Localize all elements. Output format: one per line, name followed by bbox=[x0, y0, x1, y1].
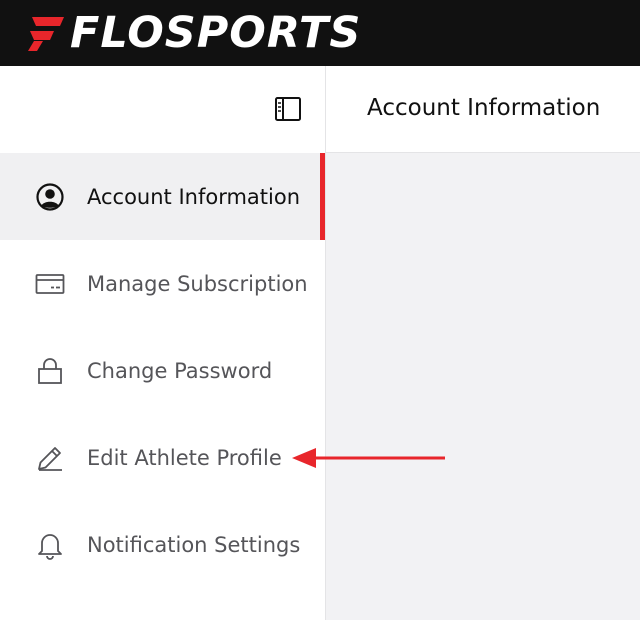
account-circle-icon bbox=[35, 182, 65, 212]
sidebar-item-label: Notification Settings bbox=[87, 532, 301, 557]
page-title: Account Information bbox=[367, 95, 601, 121]
flosports-logo-mark-icon bbox=[28, 17, 64, 51]
flosports-logo[interactable]: FLOSPORTS bbox=[26, 8, 361, 58]
sidebar-item-manage-subscription[interactable]: Manage Subscription bbox=[0, 240, 325, 327]
brand-name: FLOSPORTS bbox=[70, 7, 362, 58]
sidebar-item-label: Edit Athlete Profile bbox=[87, 445, 282, 470]
sidebar-item-label: Manage Subscription bbox=[87, 271, 308, 296]
red-arrow-icon bbox=[292, 448, 445, 468]
credit-card-icon bbox=[35, 269, 65, 299]
sidebar-item-label: Change Password bbox=[87, 358, 273, 383]
sidebar-item-change-password[interactable]: Change Password bbox=[0, 327, 325, 414]
sidebar-item-label: Account Information bbox=[87, 184, 301, 209]
main-header: Account Information bbox=[326, 66, 640, 153]
sidebar-collapse-icon bbox=[275, 97, 301, 121]
sidebar-collapse-button[interactable] bbox=[274, 96, 302, 122]
lock-icon bbox=[35, 356, 65, 386]
sidebar-item-edit-athlete-profile[interactable]: Edit Athlete Profile bbox=[0, 414, 325, 501]
main-content: Account Information bbox=[326, 66, 640, 620]
top-navigation-bar: FLOSPORTS bbox=[0, 0, 640, 66]
pencil-icon bbox=[35, 443, 65, 473]
sidebar-item-notification-settings[interactable]: Notification Settings bbox=[0, 501, 325, 588]
sidebar: Account Information Manage Subscription … bbox=[0, 66, 326, 620]
bell-icon bbox=[35, 530, 65, 560]
sidebar-item-account-information[interactable]: Account Information bbox=[0, 153, 325, 240]
